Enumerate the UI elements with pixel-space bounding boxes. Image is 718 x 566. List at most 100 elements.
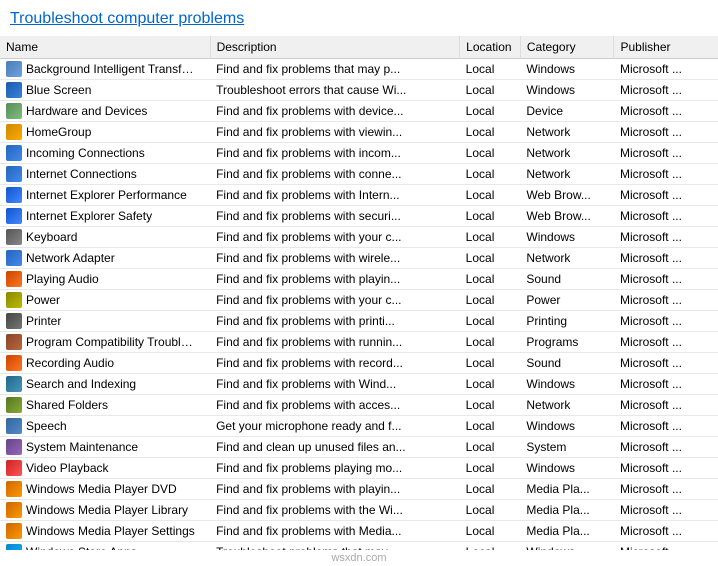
location-cell: Local <box>460 248 521 269</box>
location-cell: Local <box>460 500 521 521</box>
table-row[interactable]: Windows Store Apps Troubleshoot problems… <box>0 542 718 551</box>
name-cell: Windows Media Player DVD <box>0 479 210 500</box>
category-cell: Windows <box>520 227 614 248</box>
table-row[interactable]: Internet Connections Find and fix proble… <box>0 164 718 185</box>
location-cell: Local <box>460 542 521 551</box>
publisher-cell: Microsoft ... <box>614 248 718 269</box>
table-row[interactable]: Shared Folders Find and fix problems wit… <box>0 395 718 416</box>
col-header-category[interactable]: Category <box>520 36 614 59</box>
publisher-cell: Microsoft ... <box>614 269 718 290</box>
row-name-text: HomeGroup <box>26 125 91 139</box>
table-row[interactable]: Windows Media Player Settings Find and f… <box>0 521 718 542</box>
audio-icon <box>6 271 22 287</box>
table-row[interactable]: Blue Screen Troubleshoot errors that cau… <box>0 80 718 101</box>
description-cell: Get your microphone ready and f... <box>210 416 460 437</box>
category-cell: Network <box>520 122 614 143</box>
table-row[interactable]: Printer Find and fix problems with print… <box>0 311 718 332</box>
category-cell: Sound <box>520 269 614 290</box>
table-body: Background Intelligent Transfer Service … <box>0 59 718 551</box>
col-header-publisher[interactable]: Publisher <box>614 36 718 59</box>
description-cell: Find and fix problems with device... <box>210 101 460 122</box>
publisher-cell: Microsoft ... <box>614 290 718 311</box>
table-row[interactable]: Internet Explorer Safety Find and fix pr… <box>0 206 718 227</box>
row-name-text: System Maintenance <box>26 440 138 454</box>
page-container: Troubleshoot computer problems Name Desc… <box>0 0 718 566</box>
col-header-name[interactable]: Name <box>0 36 210 59</box>
table-container[interactable]: Name Description Location Category Publi… <box>0 36 718 550</box>
page-title[interactable]: Troubleshoot computer problems <box>0 10 718 36</box>
description-cell: Find and fix problems with the Wi... <box>210 500 460 521</box>
publisher-cell: Microsoft ... <box>614 542 718 551</box>
table-row[interactable]: Hardware and Devices Find and fix proble… <box>0 101 718 122</box>
description-cell: Find and fix problems that may p... <box>210 59 460 80</box>
table-row[interactable]: Windows Media Player Library Find and fi… <box>0 500 718 521</box>
table-row[interactable]: Network Adapter Find and fix problems wi… <box>0 248 718 269</box>
description-cell: Find and fix problems with Wind... <box>210 374 460 395</box>
location-cell: Local <box>460 269 521 290</box>
description-cell: Find and fix problems with playin... <box>210 269 460 290</box>
name-cell: Background Intelligent Transfer Service <box>0 59 210 80</box>
printer-icon <box>6 313 22 329</box>
name-cell: Speech <box>0 416 210 437</box>
table-row[interactable]: Program Compatibility Troubleshooter Fin… <box>0 332 718 353</box>
publisher-cell: Microsoft ... <box>614 227 718 248</box>
name-cell: Recording Audio <box>0 353 210 374</box>
name-cell: Shared Folders <box>0 395 210 416</box>
location-cell: Local <box>460 185 521 206</box>
category-cell: Windows <box>520 374 614 395</box>
category-cell: Windows <box>520 542 614 551</box>
row-name-text: Video Playback <box>26 461 109 475</box>
category-cell: Programs <box>520 332 614 353</box>
location-cell: Local <box>460 143 521 164</box>
table-row[interactable]: Windows Media Player DVD Find and fix pr… <box>0 479 718 500</box>
name-cell: Incoming Connections <box>0 143 210 164</box>
publisher-cell: Microsoft ... <box>614 500 718 521</box>
table-row[interactable]: Video Playback Find and fix problems pla… <box>0 458 718 479</box>
name-cell: Program Compatibility Troubleshooter <box>0 332 210 353</box>
col-header-description[interactable]: Description <box>210 36 460 59</box>
location-cell: Local <box>460 353 521 374</box>
location-cell: Local <box>460 122 521 143</box>
publisher-cell: Microsoft ... <box>614 353 718 374</box>
table-row[interactable]: Search and Indexing Find and fix problem… <box>0 374 718 395</box>
category-cell: Network <box>520 248 614 269</box>
category-cell: Device <box>520 101 614 122</box>
table-row[interactable]: HomeGroup Find and fix problems with vie… <box>0 122 718 143</box>
publisher-cell: Microsoft ... <box>614 479 718 500</box>
table-row[interactable]: Internet Explorer Performance Find and f… <box>0 185 718 206</box>
publisher-cell: Microsoft ... <box>614 395 718 416</box>
publisher-cell: Microsoft ... <box>614 206 718 227</box>
publisher-cell: Microsoft ... <box>614 332 718 353</box>
table-row[interactable]: Power Find and fix problems with your c.… <box>0 290 718 311</box>
mediaplayer-icon <box>6 502 22 518</box>
row-name-text: Power <box>26 293 60 307</box>
name-cell: Windows Media Player Library <box>0 500 210 521</box>
description-cell: Find and fix problems with your c... <box>210 227 460 248</box>
location-cell: Local <box>460 374 521 395</box>
row-name-text: Internet Explorer Safety <box>26 209 152 223</box>
category-cell: Web Brow... <box>520 185 614 206</box>
row-name-text: Recording Audio <box>26 356 114 370</box>
mediaplayer-icon <box>6 523 22 539</box>
table-row[interactable]: Speech Get your microphone ready and f..… <box>0 416 718 437</box>
table-row[interactable]: System Maintenance Find and clean up unu… <box>0 437 718 458</box>
watermark: wsxdn.com <box>0 550 718 566</box>
category-cell: Windows <box>520 416 614 437</box>
location-cell: Local <box>460 101 521 122</box>
col-header-location[interactable]: Location <box>460 36 521 59</box>
bsod-icon <box>6 82 22 98</box>
table-row[interactable]: Background Intelligent Transfer Service … <box>0 59 718 80</box>
description-cell: Find and fix problems with Intern... <box>210 185 460 206</box>
table-row[interactable]: Playing Audio Find and fix problems with… <box>0 269 718 290</box>
description-cell: Find and fix problems with incom... <box>210 143 460 164</box>
category-cell: Windows <box>520 458 614 479</box>
location-cell: Local <box>460 458 521 479</box>
row-name-text: Incoming Connections <box>26 146 145 160</box>
table-row[interactable]: Recording Audio Find and fix problems wi… <box>0 353 718 374</box>
publisher-cell: Microsoft ... <box>614 521 718 542</box>
category-cell: Media Pla... <box>520 479 614 500</box>
table-row[interactable]: Incoming Connections Find and fix proble… <box>0 143 718 164</box>
table-row[interactable]: Keyboard Find and fix problems with your… <box>0 227 718 248</box>
name-cell: HomeGroup <box>0 122 210 143</box>
category-cell: System <box>520 437 614 458</box>
